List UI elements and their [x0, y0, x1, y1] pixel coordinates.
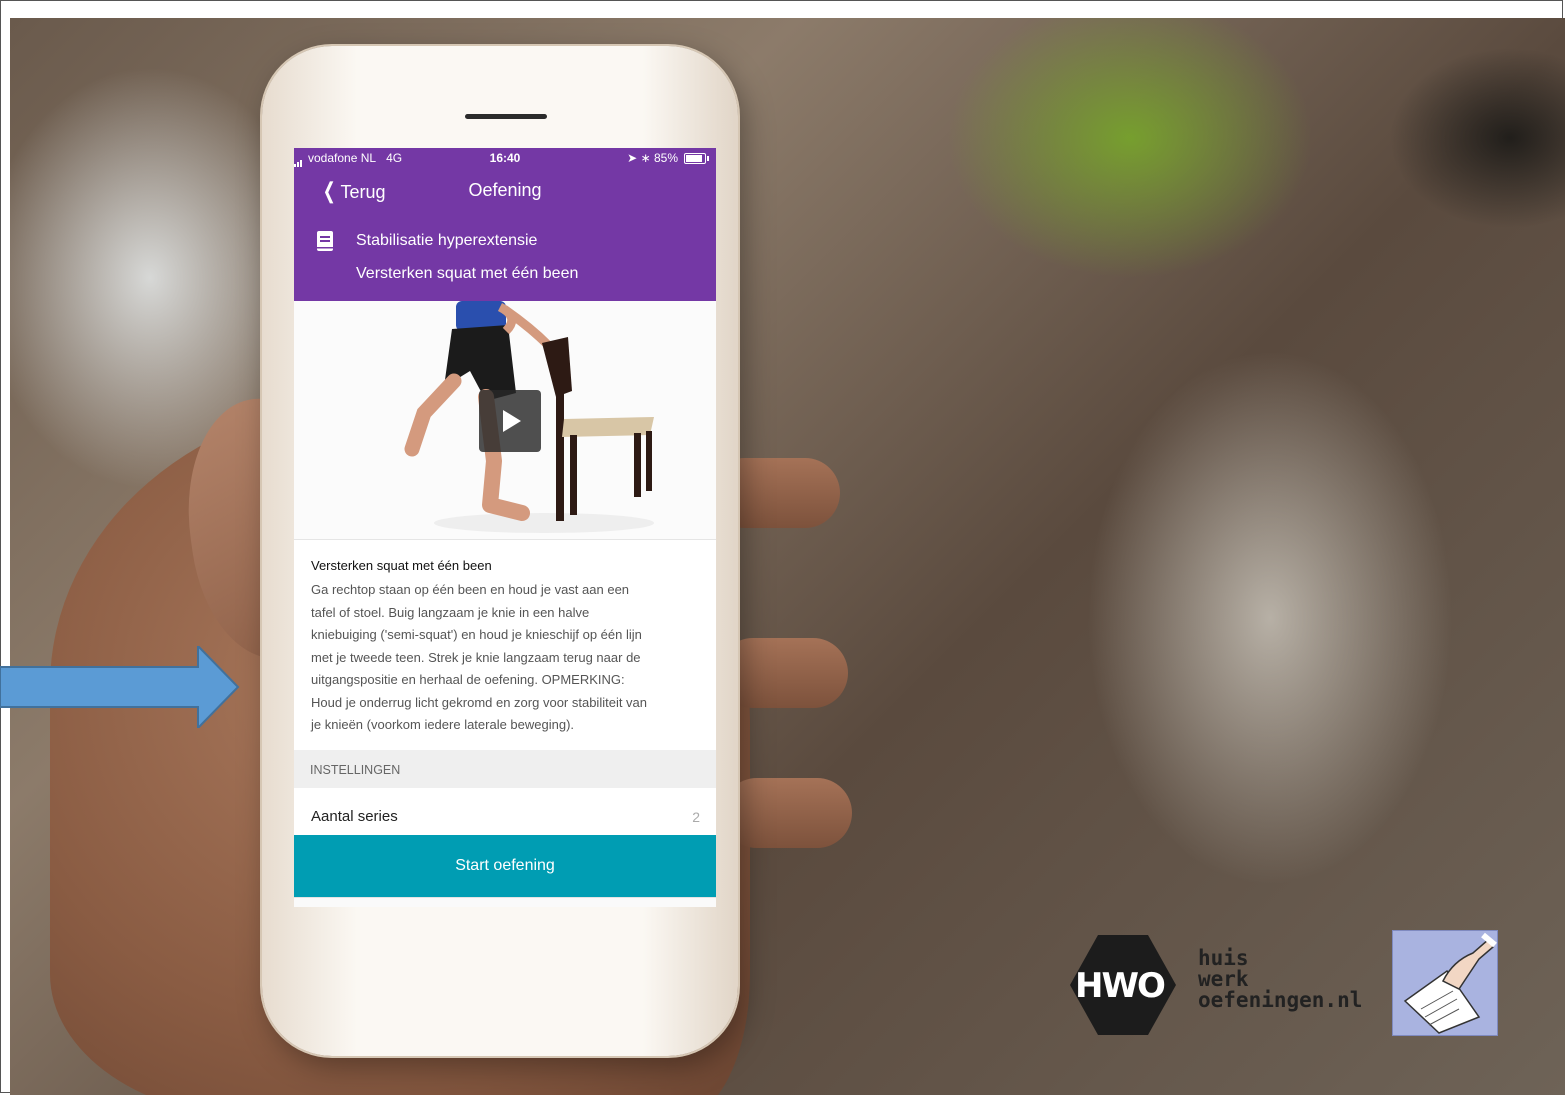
exercise-name: Versterken squat met één been: [356, 265, 579, 282]
battery-icon: [684, 153, 709, 164]
battery-percent: 85%: [653, 151, 678, 165]
hand-paper-icon: [1403, 932, 1497, 1034]
document-logo: [1392, 930, 1498, 1036]
finger: [722, 778, 852, 848]
arrow-right-icon: [0, 646, 240, 728]
location-icon: ➤: [627, 151, 638, 165]
program-name: Stabilisatie hyperextensie: [356, 232, 538, 249]
description-title: Versterken squat met één been: [311, 558, 492, 573]
description-line: met je tweede teen. Strek je knie langza…: [311, 649, 641, 665]
description-line: tafel of stoel. Buig langzaam je knie in…: [311, 604, 590, 620]
description-line: je knieën (voorkom iedere laterale beweg…: [311, 717, 575, 732]
background-photo: [10, 18, 1565, 1095]
exercise-video[interactable]: [294, 301, 716, 540]
book-icon: [317, 231, 333, 251]
setting-label: Aantal series: [311, 808, 398, 825]
bluetooth-icon: ∗: [640, 151, 651, 165]
phone-screen: vodafone NL 4G 16:40 ➤ ∗ 85% ❮ Terug Oefe…: [294, 148, 716, 906]
setting-value: 2: [692, 809, 700, 825]
start-exercise-button[interactable]: Start oefening: [294, 835, 716, 897]
play-button[interactable]: [479, 390, 541, 452]
hwo-logo-text: HWO: [1075, 966, 1166, 1006]
description-line: kniebuiging ('semi-squat') en houd je kn…: [311, 627, 642, 642]
setting-row-series[interactable]: Aantal series 2: [294, 788, 716, 834]
app-header: vodafone NL 4G 16:40 ➤ ∗ 85% ❮ Terug Oefe…: [294, 148, 716, 301]
site-name: huis werk oefeningen.nl: [1198, 946, 1363, 1012]
description-line: Ga rechtop staan op één been en houd je …: [311, 582, 630, 597]
description-line: uitgangspositie en herhaal de oefening. …: [311, 672, 625, 687]
description-text: Ga rechtop staan op één been en houd je …: [311, 579, 703, 737]
phone-speaker: [465, 114, 547, 119]
description-line: Houd je onderrug licht gekromd en zorg v…: [311, 694, 648, 710]
settings-header: INSTELLINGEN: [294, 750, 716, 788]
page-title: Oefening: [468, 180, 542, 200]
status-bar: vodafone NL 4G 16:40 ➤ ∗ 85%: [294, 148, 716, 168]
screen-bottom-bar: [294, 897, 716, 907]
